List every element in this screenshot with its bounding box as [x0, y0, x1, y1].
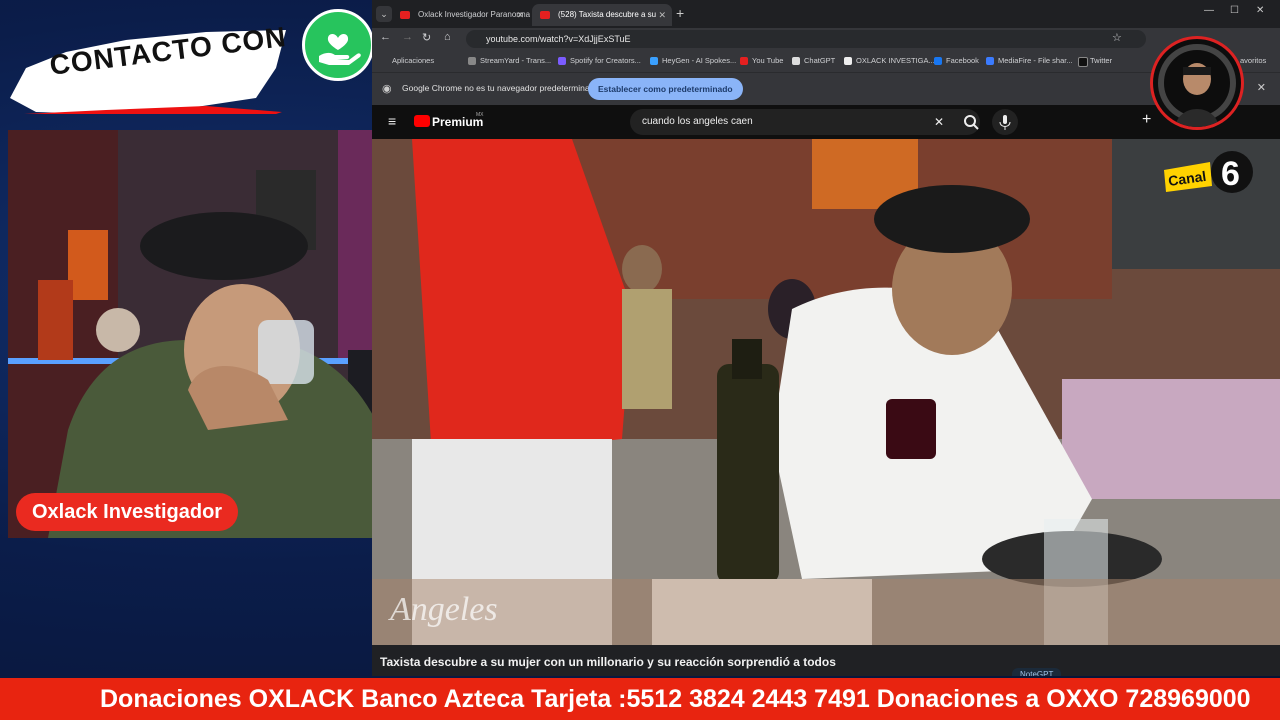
heart-hand-icon [302, 9, 374, 81]
webcam-feed [8, 130, 416, 538]
search-icon[interactable] [954, 109, 988, 135]
close-tab-icon[interactable]: ✕ [658, 4, 666, 26]
home-icon[interactable]: ⌂ [444, 31, 451, 43]
address-bar[interactable]: youtube.com/watch?v=XdJjjExSTuE [466, 30, 1146, 48]
forward-icon[interactable]: → [402, 31, 413, 43]
close-window-button[interactable]: ✕ [1256, 5, 1264, 16]
set-default-button[interactable]: Establecer como predeterminado [588, 78, 743, 100]
bookmark-item[interactable]: HeyGen - AI Spokes... [650, 50, 736, 72]
angeles-watermark: Angeles [390, 591, 498, 628]
notegpt-label[interactable]: NoteGPT [1012, 668, 1062, 676]
youtube-logo-icon[interactable] [414, 115, 430, 127]
minimize-button[interactable]: — [1204, 5, 1214, 16]
microphone-icon[interactable] [992, 109, 1018, 135]
back-icon[interactable]: ← [380, 31, 391, 43]
search-query: cuando los angeles caen [642, 116, 753, 127]
create-icon[interactable]: + [1142, 111, 1151, 129]
menu-icon[interactable]: ≡ [388, 113, 396, 129]
region-label: MX [476, 112, 484, 118]
video-player[interactable]: Angeles [372, 139, 1280, 645]
channel-logo-icon [1150, 36, 1244, 130]
tab-search-button[interactable]: ⌄ [376, 6, 392, 22]
youtube-favicon-icon [540, 11, 550, 19]
youtube-favicon-icon [400, 11, 410, 19]
close-tab-icon[interactable]: ✕ [516, 4, 524, 26]
infobar-message: Google Chrome no es tu navegador predete… [402, 83, 600, 93]
maximize-button[interactable]: ☐ [1230, 5, 1239, 16]
browser-toolbar: ← → ↻ ⌂ youtube.com/watch?v=XdJjjExSTuE … [372, 28, 1280, 50]
close-icon[interactable]: ✕ [1257, 81, 1266, 94]
video-title: Taxista descubre a su mujer con un millo… [380, 655, 836, 669]
tab-video[interactable]: (528) Taxista descubre a su ✕ [532, 4, 672, 26]
search-input[interactable]: cuando los angeles caen [630, 109, 980, 135]
bookmark-item[interactable]: MediaFire - File shar... [986, 50, 1073, 72]
bookmarks-bar: Aplicaciones StreamYard - Trans... Spoti… [372, 50, 1280, 73]
channel-name-badge: Oxlack Investigador [16, 493, 239, 531]
reload-icon[interactable]: ↻ [422, 31, 431, 44]
donations-ticker: Donaciones OXLACK Banco Azteca Tarjeta :… [0, 678, 1280, 720]
bookmark-item[interactable]: Twitter [1078, 50, 1112, 72]
tab-strip: ⌄ Oxlack Investigador Paranormal ✕ (528)… [372, 0, 1280, 28]
tab-label: Oxlack Investigador Paranormal [418, 10, 530, 19]
chrome-icon: ◉ [382, 83, 392, 95]
svg-text:6: 6 [1221, 155, 1240, 193]
bookmark-item[interactable]: Aplicaciones [380, 50, 434, 72]
bookmark-item[interactable]: Spotify for Creators... [558, 50, 641, 72]
url-text: youtube.com/watch?v=XdJjjExSTuE [486, 34, 631, 44]
canal-6-logo-icon: Canal 6 [1164, 148, 1254, 198]
youtube-header: ≡ Premium MX cuando los angeles caen ✕ + [372, 105, 1280, 139]
tab-label: (528) Taxista descubre a su [558, 10, 657, 19]
tab-oxlack[interactable]: Oxlack Investigador Paranormal ✕ [392, 4, 530, 26]
new-tab-button[interactable]: + [676, 5, 684, 21]
bookmark-item[interactable]: avoritos [1240, 50, 1266, 72]
default-browser-infobar: ◉ Google Chrome no es tu navegador prede… [372, 73, 1280, 105]
bookmark-item[interactable]: Facebook [934, 50, 979, 72]
bookmark-star-icon[interactable]: ☆ [1112, 31, 1122, 44]
clear-search-icon[interactable]: ✕ [934, 115, 944, 129]
ticker-text: Donaciones OXLACK Banco Azteca Tarjeta :… [100, 685, 1251, 713]
bookmark-item[interactable]: OXLACK INVESTIGA... [844, 50, 935, 72]
browser-window: ⌄ Oxlack Investigador Paranormal ✕ (528)… [372, 0, 1280, 676]
bookmark-item[interactable]: StreamYard - Trans... [468, 50, 551, 72]
bookmark-item[interactable]: You Tube [740, 50, 783, 72]
bookmark-item[interactable]: ChatGPT [792, 50, 835, 72]
